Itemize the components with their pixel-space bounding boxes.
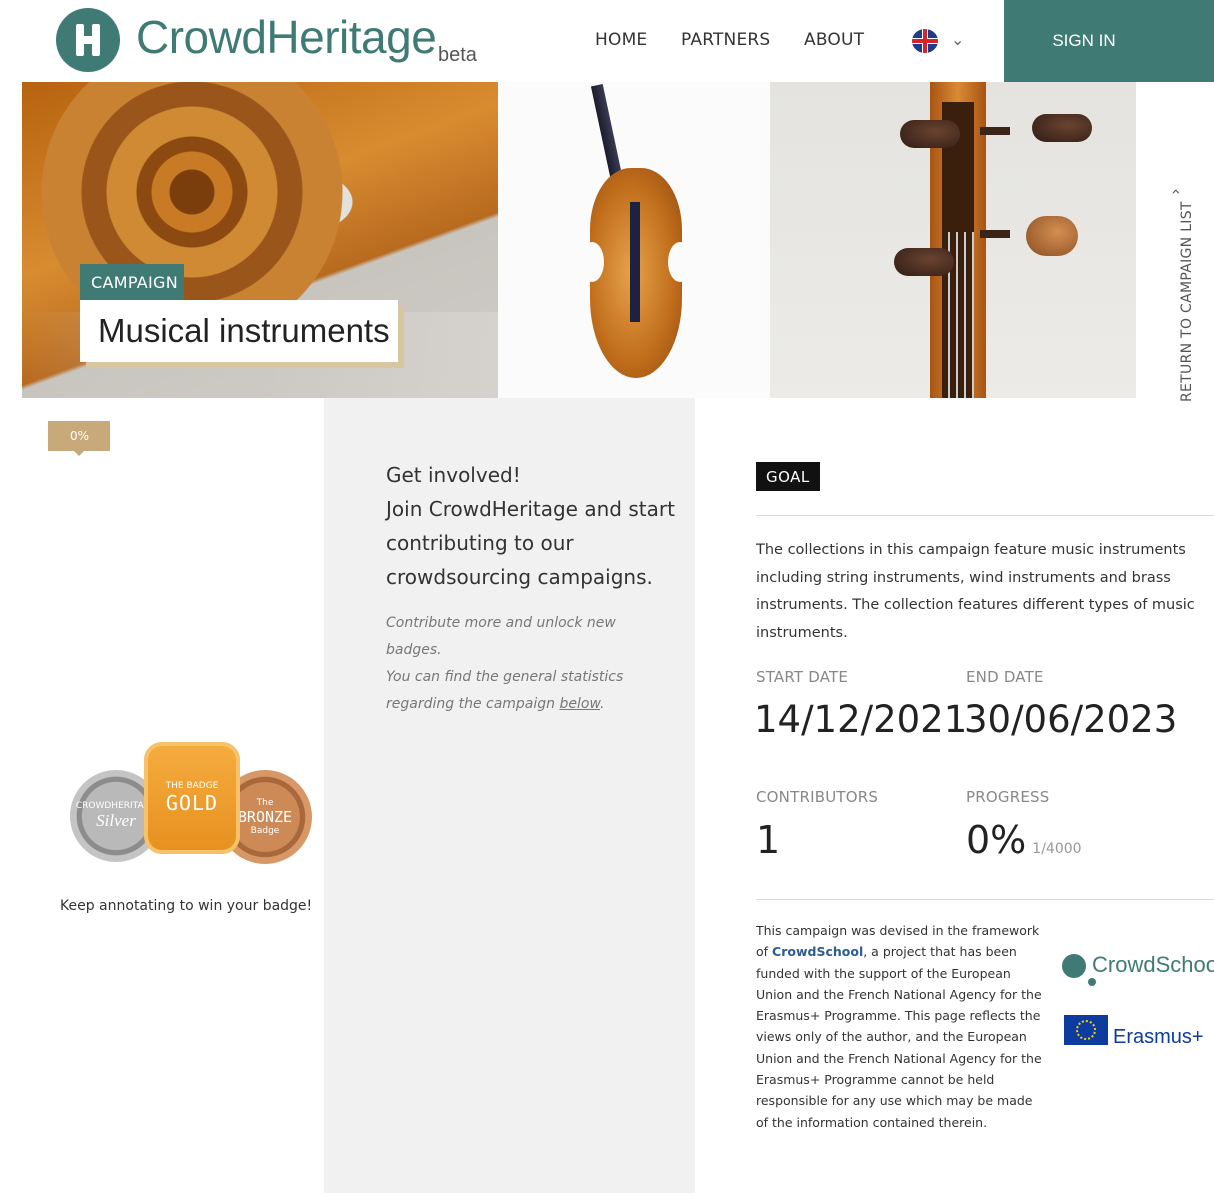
end-date-value: 30/06/2023 — [964, 698, 1178, 741]
progress-label: PROGRESS — [966, 788, 1050, 806]
progress-count: 1/4000 — [1032, 841, 1082, 857]
top-navigation-bar: CrowdHeritage beta HOME PARTNERS ABOUT ⌄… — [0, 0, 1214, 82]
sign-in-button[interactable]: SIGN IN — [1004, 0, 1214, 82]
nav-home-link[interactable]: HOME — [595, 30, 647, 50]
gold-badge-icon: THE BADGE GOLD — [144, 742, 240, 854]
campaign-banner: CAMPAIGN Musical instruments 0% — [22, 82, 1136, 456]
get-involved-note: Contribute more and unlock new badges. Y… — [386, 615, 624, 712]
get-involved-panel: Get involved! Join CrowdHeritage and sta… — [324, 398, 695, 1193]
nav-about-link[interactable]: ABOUT — [804, 30, 864, 50]
uk-flag-icon[interactable] — [912, 29, 938, 53]
contributors-label: CONTRIBUTORS — [756, 788, 879, 806]
erasmus-logo-text: Erasmus+ — [1113, 1026, 1204, 1048]
campaign-title: Musical instruments — [80, 300, 398, 362]
goal-description: The collections in this campaign feature… — [756, 542, 1195, 641]
badges-illustration: CROWDHERITAGE Silver The BRONZE Badge TH… — [70, 742, 312, 864]
divider — [756, 899, 1214, 900]
pegbox-photo — [770, 82, 1136, 398]
funding-credit: This campaign was devised in the framewo… — [756, 923, 1042, 1130]
crowdschool-logo-icon — [1062, 954, 1086, 978]
start-date-label: START DATE — [756, 668, 849, 686]
progress-value: 0% 1/4000 — [966, 818, 1082, 862]
return-label[interactable]: RETURN TO CAMPAIGN LIST — [1179, 201, 1195, 402]
nav-partners-link[interactable]: PARTNERS — [681, 30, 770, 50]
statistics-below-link[interactable]: below — [559, 696, 600, 712]
campaign-tag: CAMPAIGN — [80, 264, 184, 300]
start-date-value: 14/12/2021 — [754, 698, 968, 741]
return-to-campaign-list-link[interactable]: RETURN TO CAMPAIGN LIST — [1164, 186, 1195, 402]
contributors-value: 1 — [756, 818, 781, 862]
site-logo-text[interactable]: CrowdHeritage — [136, 10, 437, 64]
cello-photo — [498, 82, 770, 398]
goal-tag: GOAL — [756, 462, 820, 491]
language-chevron-down-icon[interactable]: ⌄ — [951, 30, 964, 49]
end-date-label: END DATE — [966, 668, 1044, 686]
eu-flag-icon — [1064, 1015, 1108, 1045]
badge-caption: Keep annotating to win your badge! — [60, 898, 313, 914]
banner-progress-badge: 0% — [48, 421, 110, 456]
crowdschool-link[interactable]: CrowdSchool — [772, 944, 863, 959]
beta-label: beta — [438, 44, 477, 66]
get-involved-heading: Get involved! Join CrowdHeritage and sta… — [386, 463, 675, 589]
divider — [756, 515, 1214, 516]
crowdheritage-logo-icon[interactable] — [56, 8, 120, 72]
